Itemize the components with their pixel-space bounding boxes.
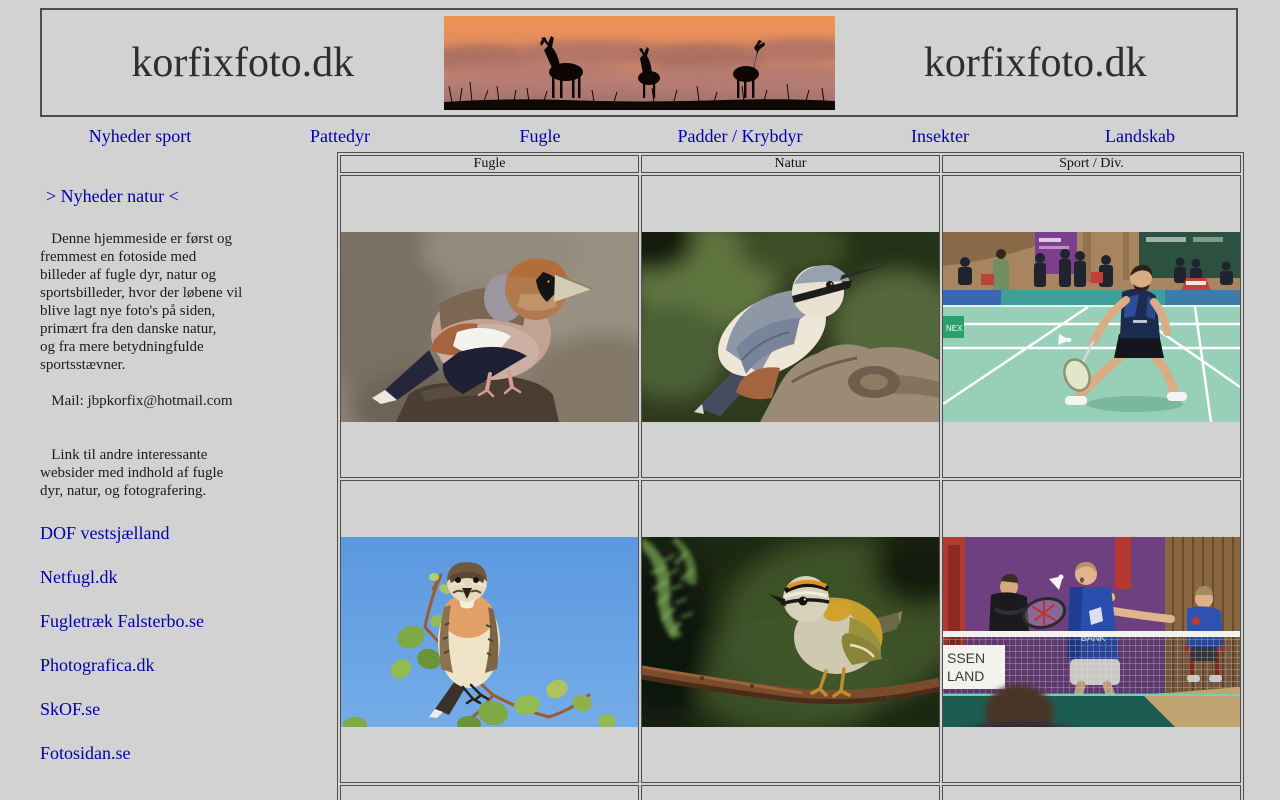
link-photografica[interactable]: Photografica.dk [40,655,334,676]
sidebar: > Nyheder natur < Denne hjemmeside er fø… [40,186,334,800]
intro-text: Denne hjemmeside er først og fremmest en… [40,231,243,373]
svg-text:LAND: LAND [947,668,984,684]
photo-gallery: Fugle Natur Sport / Div. NEX SSEN LAND [337,152,1244,800]
mail-address: Mail: jbpkorfix@hotmail.com [40,393,233,409]
column-header-sport: Sport / Div. [942,155,1241,173]
gallery-empty-cell [340,785,639,800]
site-title-right: korfixfoto.dk [923,39,1147,86]
photo-firecrest-on-branch[interactable] [642,536,939,727]
nav-insekter[interactable]: Insekter [840,126,1040,147]
nav-landskab[interactable]: Landskab [1040,126,1240,147]
gallery-row-1: NEX [340,175,1241,478]
gallery-empty-cell [641,785,940,800]
svg-text:NEX: NEX [946,324,963,333]
link-skof[interactable]: SkOF.se [40,699,334,720]
gallery-empty-cell [942,785,1241,800]
photo-badminton-player-defending[interactable]: NEX [943,231,1240,422]
link-fotosidan[interactable]: Fotosidan.se [40,743,334,764]
photo-whinchat-on-twig[interactable] [341,536,638,727]
nav-padder-krybdyr[interactable]: Padder / Krybdyr [640,126,840,147]
site-header: korfixfoto.dk korfixfoto.dk [40,8,1238,117]
link-dof-vestsjaelland[interactable]: DOF vestsjælland [40,523,334,544]
gallery-header-row: Fugle Natur Sport / Div. [340,155,1241,173]
nav-nyheder-sport[interactable]: Nyheder sport [40,126,240,147]
photo-badminton-player-net-shot[interactable]: BANK SSEN LAND [943,536,1240,727]
nav-pattedyr[interactable]: Pattedyr [240,126,440,147]
link-fugletraek-falsterbo[interactable]: Fugletræk Falsterbo.se [40,611,334,632]
gallery-row-2: BANK SSEN LAND [340,480,1241,783]
photo-nuthatch-on-stump[interactable] [642,231,939,422]
nav-fugle[interactable]: Fugle [440,126,640,147]
column-header-fugle: Fugle [340,155,639,173]
column-header-natur: Natur [641,155,940,173]
photo-hawfinch-on-stump[interactable] [341,231,638,422]
roe-deer-sunset-banner [443,15,835,110]
link-netfugl[interactable]: Netfugl.dk [40,567,334,588]
link-nyheder-natur[interactable]: > Nyheder natur < [40,186,334,207]
main-nav: Nyheder sport Pattedyr Fugle Padder / Kr… [40,126,1240,147]
links-intro-text: Link til andre interessante websider med… [40,447,224,499]
svg-text:SSEN: SSEN [947,650,985,666]
site-title-left: korfixfoto.dk [131,39,355,86]
gallery-row-3 [340,785,1241,800]
